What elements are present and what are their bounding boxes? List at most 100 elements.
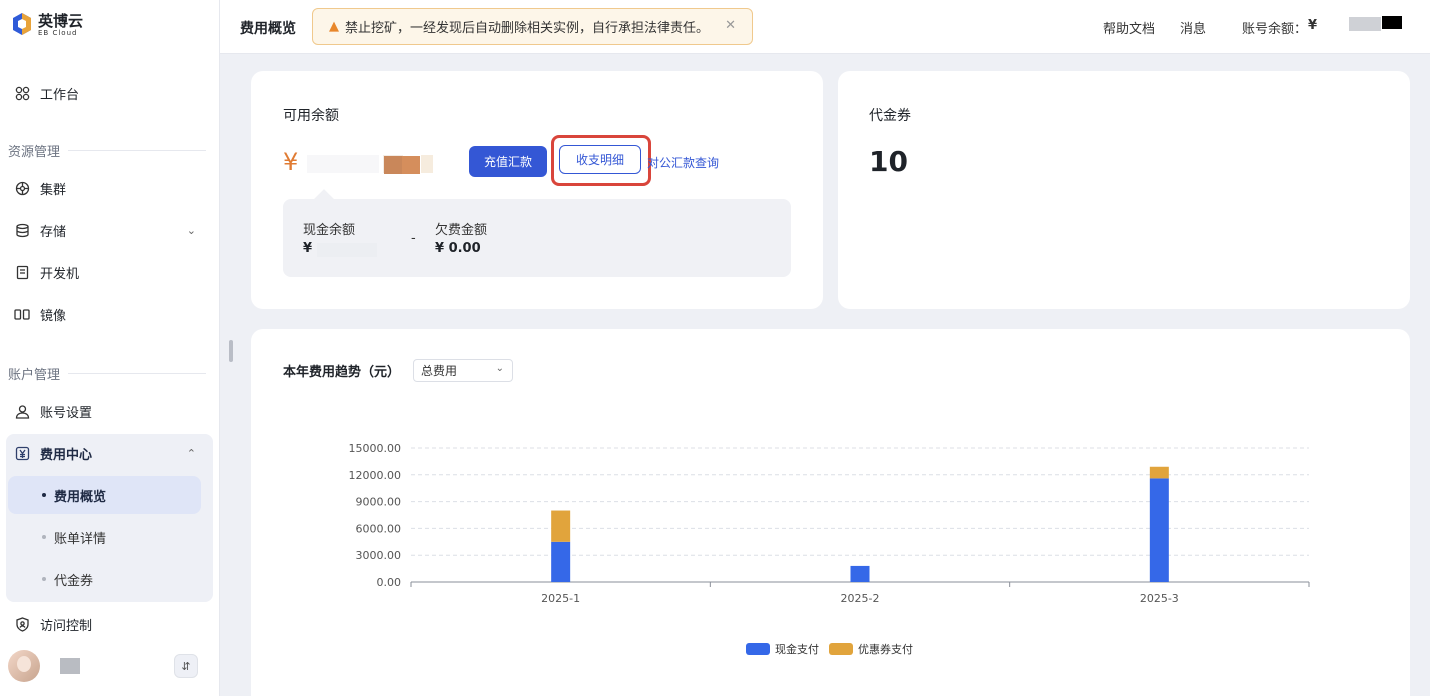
balance-value-redacted bbox=[402, 156, 420, 174]
sidebar-item-label: 账号设置 bbox=[40, 405, 93, 421]
sidebar-subitem-fee-overview[interactable]: 费用概览 bbox=[8, 476, 201, 514]
bullet-icon bbox=[42, 577, 46, 581]
warning-text: 禁止挖矿，一经发现后自动删除相关实例，自行承担法律责任。 bbox=[345, 21, 710, 36]
balance-value-redacted bbox=[384, 156, 402, 174]
chevron-down-icon[interactable]: ⌄ bbox=[187, 224, 196, 237]
account-balance-currency: ¥ bbox=[1308, 18, 1318, 33]
recharge-button[interactable]: 充值汇款 bbox=[469, 146, 547, 177]
legend-item-cash[interactable]: 现金支付 bbox=[746, 641, 819, 657]
chevron-up-icon[interactable]: ⌃ bbox=[187, 447, 196, 460]
sidebar-subitem-label: 账单详情 bbox=[54, 531, 107, 547]
section-title-resources: 资源管理 bbox=[8, 141, 206, 160]
tooltip-pointer bbox=[314, 189, 334, 209]
bullet-icon bbox=[42, 535, 46, 539]
close-icon[interactable]: ✕ bbox=[725, 18, 736, 33]
bar-coupon bbox=[1149, 466, 1169, 479]
section-title-text: 资源管理 bbox=[8, 145, 61, 160]
divider bbox=[68, 150, 206, 151]
legend-label: 优惠券支付 bbox=[858, 643, 913, 656]
sidebar-subitem-label: 费用概览 bbox=[54, 489, 107, 505]
balance-value-redacted bbox=[307, 155, 379, 173]
y-tick-label: 6000.00 bbox=[356, 522, 402, 535]
sidebar-item-account-settings[interactable]: 账号设置 bbox=[14, 397, 210, 425]
yen-icon bbox=[14, 445, 30, 461]
sidebar-item-access-control[interactable]: 访问控制 bbox=[14, 610, 210, 638]
cash-balance-label: 现金余额 bbox=[303, 223, 356, 238]
sidebar-item-label: 存储 bbox=[40, 224, 67, 240]
cash-value-redacted bbox=[317, 243, 377, 257]
sidebar-item-label: 访问控制 bbox=[40, 618, 93, 634]
warning-banner: ▲ 禁止挖矿，一经发现后自动删除相关实例，自行承担法律责任。 ✕ bbox=[312, 8, 753, 45]
balance-value-redacted bbox=[1382, 16, 1402, 29]
legend-swatch bbox=[746, 643, 770, 655]
balance-currency: ¥ bbox=[283, 148, 299, 176]
sidebar-item-devbox[interactable]: 开发机 bbox=[14, 258, 210, 286]
transaction-details-button[interactable]: 收支明细 bbox=[559, 145, 641, 174]
sidebar-item-label: 集群 bbox=[40, 182, 67, 198]
y-tick-label: 0.00 bbox=[377, 576, 402, 589]
user-profile[interactable]: ⇵ bbox=[8, 650, 204, 682]
sidebar-subitem-vouchers[interactable]: 代金券 bbox=[8, 560, 201, 598]
divider bbox=[68, 373, 206, 374]
logo-icon bbox=[12, 12, 32, 38]
sidebar-resize-handle[interactable] bbox=[229, 340, 233, 362]
sidebar-subitem-label: 代金券 bbox=[54, 573, 94, 589]
legend-item-coupon[interactable]: 优惠券支付 bbox=[829, 641, 913, 657]
bullet-icon bbox=[42, 493, 46, 497]
highlight-box: 收支明细 bbox=[551, 135, 651, 186]
card-title: 代金券 bbox=[869, 108, 911, 124]
help-docs-link[interactable]: 帮助文档 bbox=[1103, 18, 1155, 37]
user-icon bbox=[14, 403, 30, 419]
corporate-transfer-link[interactable]: 对公汇款查询 bbox=[647, 154, 719, 171]
sidebar-item-workbench[interactable]: 工作台 bbox=[14, 79, 210, 107]
sidebar-item-label: 费用中心 bbox=[40, 447, 93, 463]
database-icon bbox=[14, 222, 30, 238]
avatar[interactable] bbox=[8, 650, 40, 682]
brand-subtitle: EB Cloud bbox=[38, 29, 78, 37]
legend-label: 现金支付 bbox=[775, 643, 819, 656]
available-balance-card: 可用余额 ¥ 充值汇款 收支明细 对公汇款查询 现金余额 ¥ - 欠费金额 ¥ … bbox=[251, 71, 823, 309]
y-tick-label: 15000.00 bbox=[349, 442, 402, 455]
sidebar-item-label: 镜像 bbox=[40, 308, 67, 324]
grid-icon bbox=[14, 85, 30, 101]
sidebar: 英博云 EB Cloud 工作台 资源管理 集群 存储 ⌄ 开发机 镜像 账户管… bbox=[0, 0, 220, 696]
card-title: 可用余额 bbox=[283, 108, 339, 124]
chevron-up-down-icon[interactable]: ⇵ bbox=[174, 654, 198, 678]
user-name-redacted bbox=[60, 658, 80, 674]
balance-breakdown: 现金余额 ¥ - 欠费金额 ¥ 0.00 bbox=[283, 189, 791, 277]
sidebar-item-cluster[interactable]: 集群 bbox=[14, 174, 210, 202]
voucher-card: 代金券 10 bbox=[838, 71, 1410, 309]
sidebar-item-images[interactable]: 镜像 bbox=[14, 300, 210, 328]
x-tick-label: 2025-2 bbox=[841, 592, 880, 605]
bar-cash bbox=[551, 541, 571, 582]
sidebar-item-label: 工作台 bbox=[40, 87, 80, 103]
sidebar-item-storage[interactable]: 存储 ⌄ bbox=[14, 216, 210, 244]
brand-logo[interactable]: 英博云 EB Cloud bbox=[12, 12, 83, 38]
arrears-value: ¥ 0.00 bbox=[435, 241, 481, 256]
balance-value-redacted bbox=[421, 155, 433, 173]
bar-cash bbox=[850, 565, 870, 582]
y-tick-label: 9000.00 bbox=[356, 496, 402, 509]
fee-trend-chart: 0.00 3000.00 6000.00 9000.00 12000.00 15000.0… bbox=[349, 442, 1310, 605]
legend-swatch bbox=[829, 643, 853, 655]
chart-legend: 现金支付 优惠券支付 bbox=[746, 641, 913, 657]
top-header: 费用概览 ▲ 禁止挖矿，一经发现后自动删除相关实例，自行承担法律责任。 ✕ 帮助… bbox=[220, 0, 1430, 54]
cluster-icon bbox=[14, 180, 30, 196]
fee-trend-card: 本年费用趋势（元） 总费用 ⌄ 0.00 3000.00 6000.00 9000.0… bbox=[251, 329, 1410, 696]
brand-name: 英博云 bbox=[38, 12, 84, 30]
arrears-label: 欠费金额 bbox=[435, 223, 488, 238]
image-icon bbox=[14, 306, 30, 322]
separator: - bbox=[411, 231, 416, 246]
voucher-count: 10 bbox=[869, 145, 908, 178]
sidebar-item-billing-center[interactable]: 费用中心 ⌃ bbox=[14, 439, 210, 467]
x-tick-label: 2025-1 bbox=[541, 592, 580, 605]
warning-icon: ▲ bbox=[329, 19, 339, 34]
page-title: 费用概览 bbox=[240, 21, 296, 37]
sidebar-subitem-bill-details[interactable]: 账单详情 bbox=[8, 518, 201, 556]
x-tick-label: 2025-3 bbox=[1140, 592, 1179, 605]
section-title-text: 账户管理 bbox=[8, 368, 61, 383]
section-title-account: 账户管理 bbox=[8, 364, 206, 383]
y-tick-label: 12000.00 bbox=[349, 469, 402, 482]
sidebar-item-label: 开发机 bbox=[40, 266, 80, 282]
messages-link[interactable]: 消息 bbox=[1180, 18, 1206, 37]
